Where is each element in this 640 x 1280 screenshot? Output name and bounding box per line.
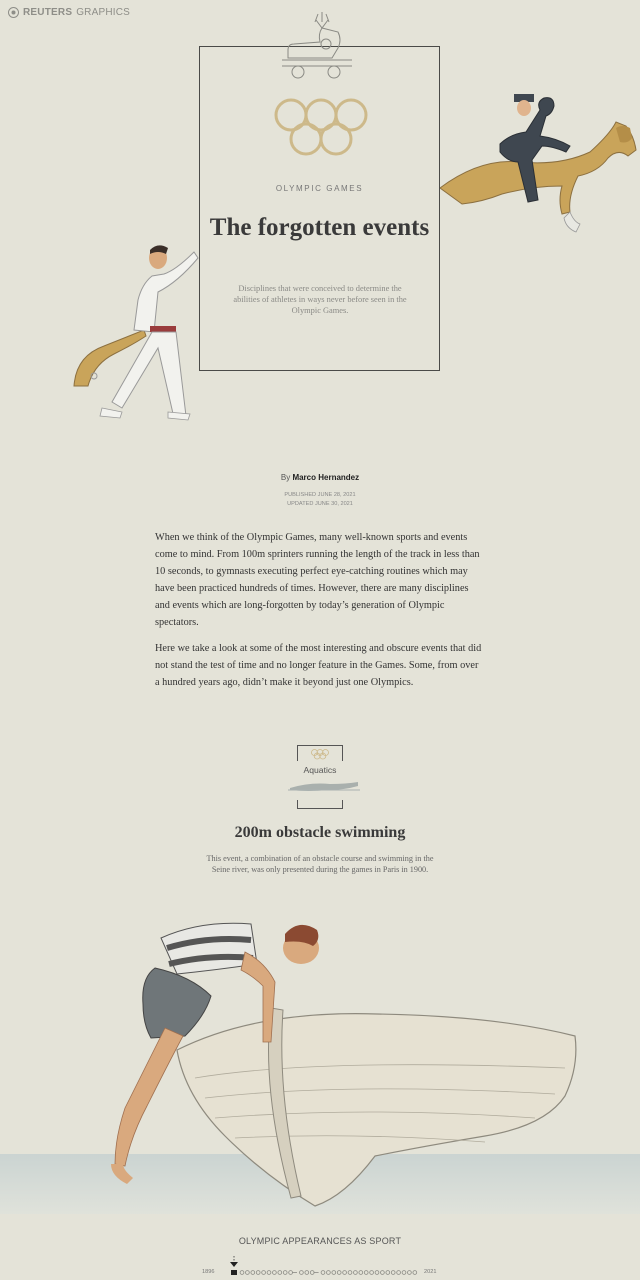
timeline-dot — [336, 1270, 342, 1275]
timeline-dot — [282, 1270, 288, 1275]
timeline-dot — [309, 1270, 315, 1275]
timeline-dot — [358, 1270, 364, 1275]
olympic-rings-icon — [274, 98, 368, 156]
timeline-dot — [331, 1270, 337, 1275]
timeline-dot — [277, 1270, 283, 1275]
swimmer-boat — [111, 922, 577, 1207]
intro-text: When we think of the Olympic Games, many… — [155, 529, 485, 699]
hero-subtitle: Disciplines that were conceived to deter… — [233, 284, 407, 315]
timeline-dot — [369, 1270, 374, 1275]
equestrian-rider — [440, 94, 637, 233]
timeline-start-year: 1896 — [202, 1269, 215, 1275]
timeline-dot — [320, 1270, 326, 1275]
timeline-marker-icon — [230, 1262, 238, 1267]
timeline-track[interactable] — [218, 1254, 424, 1278]
published-date: PUBLISHED JUNE 28, 2021 — [284, 492, 356, 498]
timeline-dot — [390, 1270, 396, 1275]
timeline-highlight-point — [231, 1270, 237, 1275]
intro-paragraph-1: When we think of the Olympic Games, many… — [155, 532, 480, 628]
hero-kicker: OLYMPIC GAMES — [275, 184, 364, 193]
reuters-graphics-logo[interactable]: REUTERS GRAPHICS — [8, 7, 130, 18]
timeline-dot — [255, 1270, 261, 1275]
olympic-rings-small-icon — [311, 749, 329, 760]
swimmer-small-icon — [288, 782, 360, 791]
timeline-dot — [304, 1270, 310, 1275]
event-title: 200m obstacle swimming — [234, 824, 406, 841]
timeline-dot — [396, 1270, 401, 1275]
timeline-dot — [299, 1270, 304, 1275]
timeline-dot — [363, 1270, 369, 1275]
brand-name: REUTERS — [23, 7, 73, 18]
timeline-dot — [261, 1270, 266, 1275]
jai-alai-player — [73, 245, 199, 421]
event-description: This event, a combination of an obstacle… — [206, 854, 434, 874]
timeline-end-year: 2021 — [424, 1269, 437, 1275]
timeline-dot — [250, 1270, 256, 1275]
timeline-dot — [288, 1270, 293, 1275]
timeline-dot — [407, 1270, 412, 1275]
timeline-dot — [272, 1270, 277, 1275]
timeline-dot — [326, 1270, 331, 1275]
reuters-dot-icon — [8, 7, 19, 18]
timeline-dot — [347, 1270, 353, 1275]
author-link[interactable]: Marco Hernandez — [292, 473, 359, 482]
intro-paragraph-2: Here we take a look at some of the most … — [155, 642, 482, 688]
timeline-dot — [239, 1270, 245, 1275]
timeline-title: OLYMPIC APPEARANCES AS SPORT — [238, 1236, 402, 1246]
reindeer-cart-icon — [282, 12, 352, 79]
byline: By Marco Hernandez — [0, 473, 640, 482]
timeline-dot — [266, 1270, 272, 1275]
timeline-dot — [342, 1270, 347, 1275]
hero-frame — [199, 46, 440, 371]
timeline-dot — [412, 1270, 418, 1275]
timeline-dot — [380, 1270, 385, 1275]
timeline-dot — [374, 1270, 380, 1275]
timeline-dot — [245, 1270, 250, 1275]
brand-section: GRAPHICS — [76, 7, 131, 18]
byline-prefix: By — [280, 473, 291, 482]
timeline-dot — [385, 1270, 391, 1275]
timeline-dot — [401, 1270, 407, 1275]
timeline-dot — [353, 1270, 358, 1275]
page-title: The forgotten events — [209, 214, 430, 241]
publish-dates: PUBLISHED JUNE 28, 2021 UPDATED JUNE 30,… — [0, 491, 640, 509]
category-label: Aquatics — [303, 765, 337, 775]
updated-date: UPDATED JUNE 30, 2021 — [287, 501, 353, 507]
